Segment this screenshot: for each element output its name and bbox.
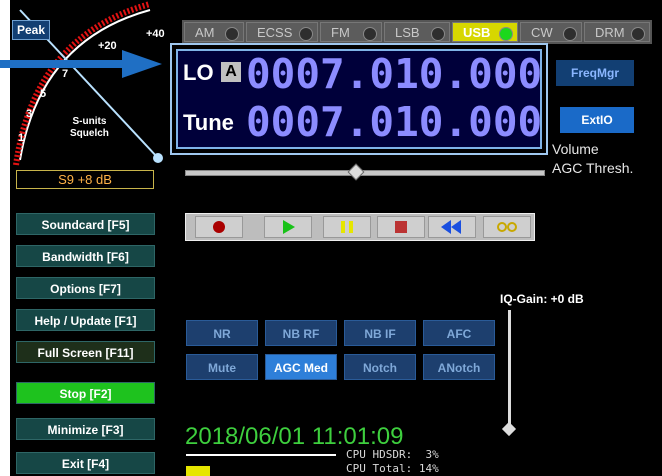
mode-fm-label: FM [331,25,350,40]
record-button[interactable] [195,216,243,238]
mode-lsb-led-icon [431,27,445,41]
mode-drm-label: DRM [595,25,625,40]
bandwidth-button[interactable]: Bandwidth [F6] [16,245,155,267]
mode-ecss-led-icon [299,27,313,41]
mode-am-button[interactable]: AM [184,22,244,42]
mute-button[interactable]: Mute [186,354,258,380]
scale-label-3: 3 [26,108,33,120]
mode-ecss-label: ECSS [257,25,293,40]
tune-label: Tune [183,110,234,135]
iq-gain-slider-knob[interactable] [501,421,517,437]
squelch-text: Squelch [70,128,109,139]
afc-button[interactable]: AFC [423,320,495,346]
freqmgr-button[interactable]: FreqMgr [556,60,634,86]
nr-button[interactable]: NR [186,320,258,346]
peak-button[interactable]: Peak [12,20,50,40]
scale-label-5: 5 [40,88,47,100]
agc-thresh-label: AGC Thresh. [552,160,634,176]
cpu-usage: CPU HDSDR: 3% CPU Total: 14% [346,448,439,476]
nb-if-button[interactable]: NB IF [344,320,416,346]
s-units-label: S-units Squelch [70,116,109,140]
help-update-button[interactable]: Help / Update [F1] [16,309,155,331]
mode-am-led-icon [225,27,239,41]
stop-button[interactable]: Stop [F2] [16,382,155,404]
volume-slider-knob[interactable] [347,163,365,181]
rewind-button[interactable] [428,216,476,238]
loop-button[interactable] [483,216,531,238]
play-icon [283,220,295,234]
nb-rf-button[interactable]: NB RF [265,320,337,346]
cpu-hdsdr: CPU HDSDR: 3% [346,448,439,461]
lo-label: LO [183,60,214,85]
vfo-a-button[interactable]: A [221,62,241,82]
mode-fm-led-icon [363,27,377,41]
anotch-button[interactable]: ANotch [423,354,495,380]
cpu-total: CPU Total: 14% [346,462,439,475]
volume-slider[interactable] [185,170,545,176]
annotation-arrow-icon [0,50,162,78]
full-screen-button[interactable]: Full Screen [F11] [16,341,155,363]
pause-button[interactable] [323,216,371,238]
rewind-icon [441,220,461,234]
stop-playback-button[interactable] [377,216,425,238]
iq-gain-label: IQ-Gain: +0 dB [500,292,584,306]
notch-button[interactable]: Notch [344,354,416,380]
mode-lsb-button[interactable]: LSB [384,22,450,42]
mode-cw-led-icon [563,27,577,41]
record-icon [213,221,225,233]
mode-usb-led-icon [499,27,513,41]
level-bar [186,454,336,456]
iq-gain-slider[interactable] [508,310,511,430]
lo-frequency[interactable]: 0007.010.000 [246,50,542,98]
play-button[interactable] [264,216,312,238]
s-units-text: S-units [72,116,107,127]
stop-icon [395,221,407,233]
agc-button[interactable]: AGC Med [265,354,337,380]
extio-button[interactable]: ExtIO [560,107,634,133]
pause-icon [341,221,353,233]
loop-icon [497,222,517,232]
tune-frequency[interactable]: 0007.010.000 [246,98,542,146]
mode-cw-label: CW [531,25,553,40]
scale-label-1: 1 [18,132,25,144]
mode-drm-button[interactable]: DRM [584,22,650,42]
volume-label: Volume [552,141,599,157]
minimize-button[interactable]: Minimize [F3] [16,418,155,440]
mode-fm-button[interactable]: FM [320,22,382,42]
signal-readout: S9 +8 dB [16,170,154,189]
soundcard-button[interactable]: Soundcard [F5] [16,213,155,235]
mode-lsb-label: LSB [395,25,420,40]
date-time: 2018/06/01 11:01:09 [185,423,404,450]
mode-cw-button[interactable]: CW [520,22,582,42]
exit-button[interactable]: Exit [F4] [16,452,155,474]
mode-am-label: AM [195,25,215,40]
mode-drm-led-icon [631,27,645,41]
mode-ecss-button[interactable]: ECSS [246,22,318,42]
mode-usb-label: USB [463,25,491,40]
mode-usb-button[interactable]: USB [452,22,518,42]
scale-label-plus40: +40 [146,28,165,40]
level-indicator [186,466,210,476]
options-button[interactable]: Options [F7] [16,277,155,299]
